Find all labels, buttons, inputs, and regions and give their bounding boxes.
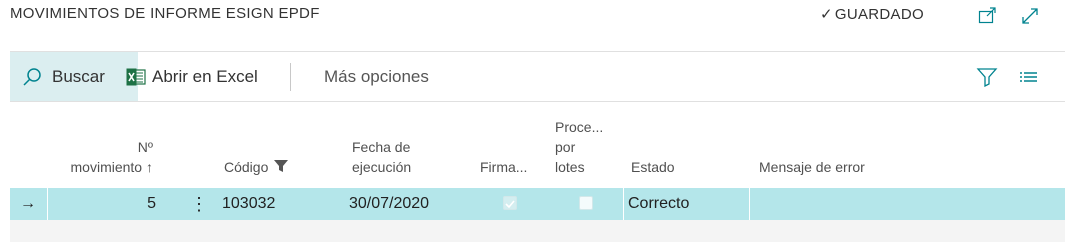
cell-estado[interactable]: Correcto [628,188,689,220]
column-header-codigo-label: Código [224,159,269,175]
excel-icon [126,68,146,86]
column-header-proce-line3: lotes [555,159,585,175]
column-header-fecha-line1: Fecha de [352,139,411,155]
column-divider [47,188,48,220]
column-header-estado[interactable]: Estado [631,157,675,177]
column-header-proce-line1: Proce... [555,119,604,135]
column-header-num-line2: movimiento [70,159,143,175]
cell-firma-checkbox[interactable] [503,196,517,210]
column-header-fecha-line2: ejecución [352,159,412,175]
column-header-num[interactable]: Nº movimiento ↑ [40,137,153,177]
check-icon: ✓ [820,6,833,23]
search-label: Buscar [52,66,105,86]
checkmark-icon [505,200,515,209]
excel-label: Abrir en Excel [152,66,258,86]
row-menu-icon[interactable]: ⋮ [190,188,208,220]
column-divider [749,188,750,220]
empty-new-row[interactable] [10,220,1065,242]
toolbar-divider [290,63,291,91]
filter-active-icon [274,160,289,172]
search-button[interactable]: Buscar [10,52,138,101]
column-header-proce[interactable]: Proce... por lotes [555,117,603,177]
column-header-firma[interactable]: Firma... [480,157,527,177]
table-row[interactable]: → 5 ⋮ 103032 30/07/2020 Correcto [10,187,1065,220]
filter-icon[interactable] [976,67,998,88]
column-header-mensaje[interactable]: Mensaje de error [759,157,865,177]
action-bar: Buscar Abrir en Excel Más opciones [10,51,1065,102]
expand-icon[interactable] [1020,6,1040,24]
cell-fecha[interactable]: 30/07/2020 [349,188,429,220]
sort-ascending-icon: ↑ [146,159,153,175]
page-title: MOVIMIENTOS DE INFORME ESIGN EPDF [10,5,320,22]
column-header-proce-line2: por [555,139,576,155]
saved-status: ✓ GUARDADO [820,5,924,23]
column-header-num-line1: Nº [137,139,153,155]
saved-label: GUARDADO [834,6,924,23]
search-icon [23,67,41,86]
column-divider [623,188,624,220]
row-indicator-arrow: → [20,195,36,212]
cell-proce-checkbox[interactable] [579,196,593,210]
cell-codigo[interactable]: 103032 [222,188,275,220]
more-options-button[interactable]: Más opciones [324,52,429,101]
open-in-new-window-icon[interactable] [978,6,998,24]
cell-num[interactable]: 5 [50,188,156,220]
open-in-excel-button[interactable]: Abrir en Excel [126,52,258,101]
list-view-icon[interactable] [1018,67,1040,87]
column-header-codigo[interactable]: Código [224,157,289,177]
column-header-fecha[interactable]: Fecha de ejecución [352,137,411,177]
